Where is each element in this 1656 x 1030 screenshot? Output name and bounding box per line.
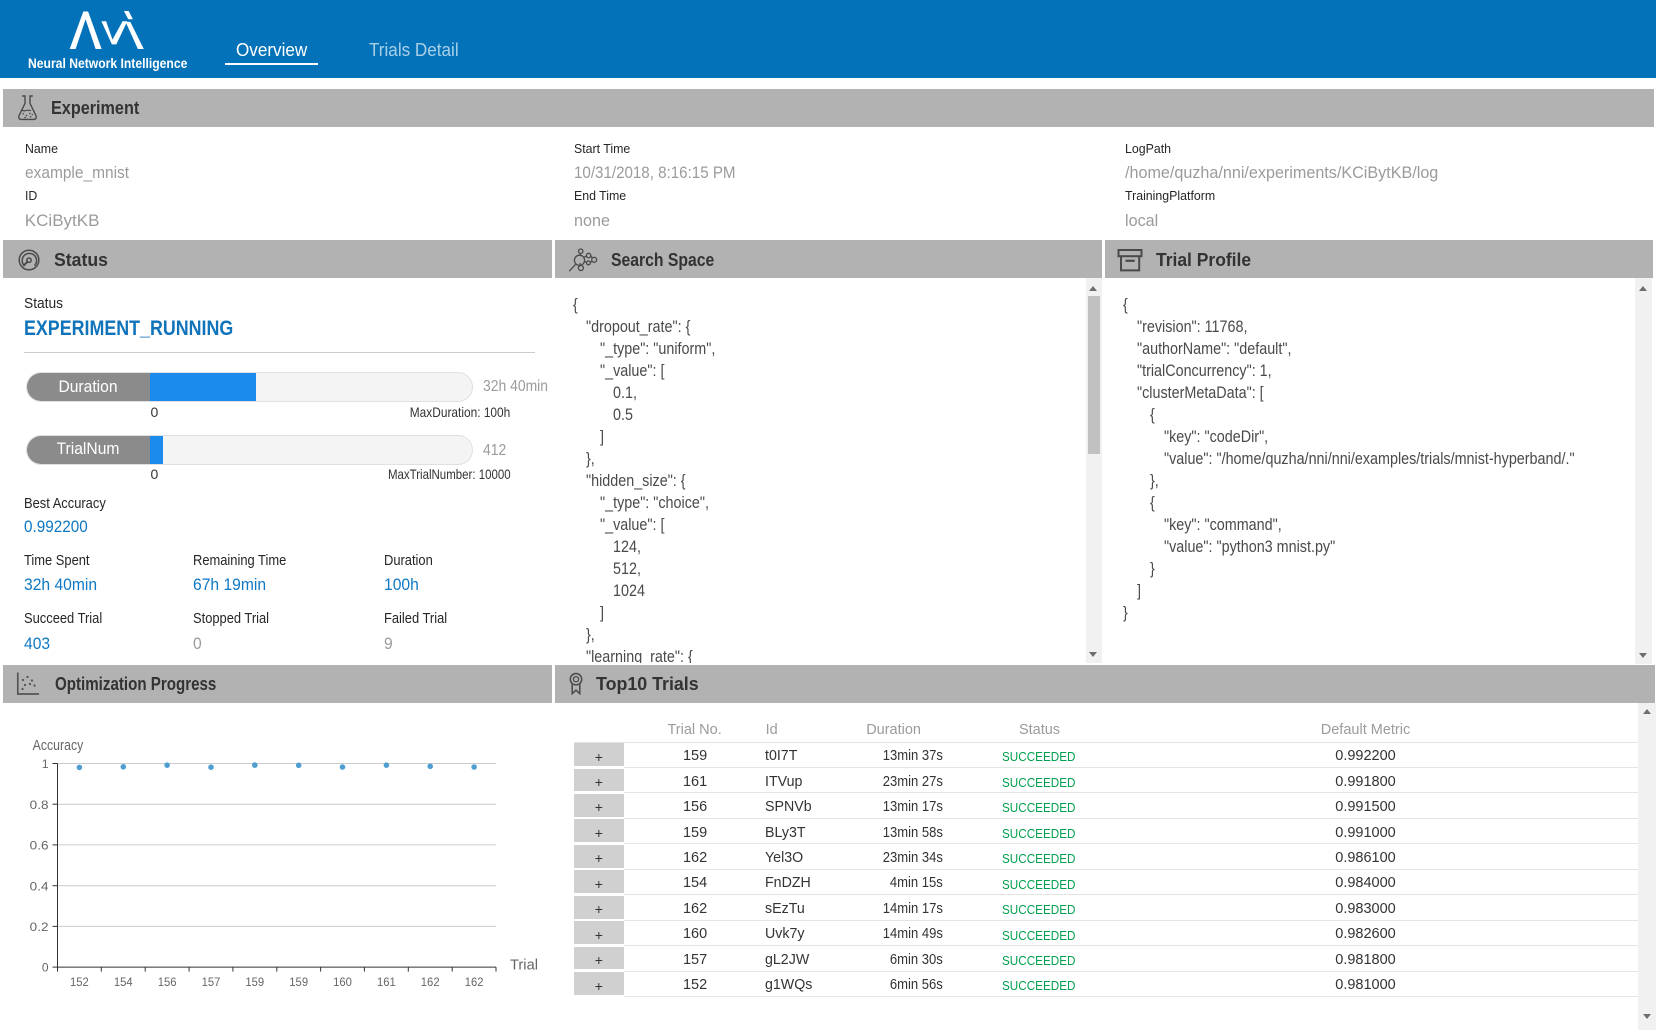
svg-text:0.2: 0.2 — [30, 920, 49, 934]
svg-text:0.6: 0.6 — [30, 839, 49, 853]
svg-text:Accuracy: Accuracy — [33, 737, 84, 754]
svg-text:0.4: 0.4 — [30, 879, 49, 893]
svg-text:156: 156 — [158, 975, 177, 989]
svg-text:162: 162 — [421, 975, 440, 989]
svg-text:159: 159 — [245, 975, 264, 989]
svg-text:160: 160 — [333, 975, 352, 989]
svg-text:1: 1 — [42, 757, 49, 771]
svg-text:152: 152 — [70, 975, 89, 989]
svg-text:157: 157 — [202, 975, 221, 989]
svg-text:0: 0 — [42, 961, 49, 975]
svg-text:154: 154 — [114, 975, 133, 989]
svg-text:162: 162 — [465, 975, 484, 989]
svg-text:161: 161 — [377, 975, 396, 989]
svg-text:0.8: 0.8 — [30, 798, 49, 812]
svg-text:159: 159 — [289, 975, 308, 989]
svg-text:Trial: Trial — [510, 956, 538, 973]
